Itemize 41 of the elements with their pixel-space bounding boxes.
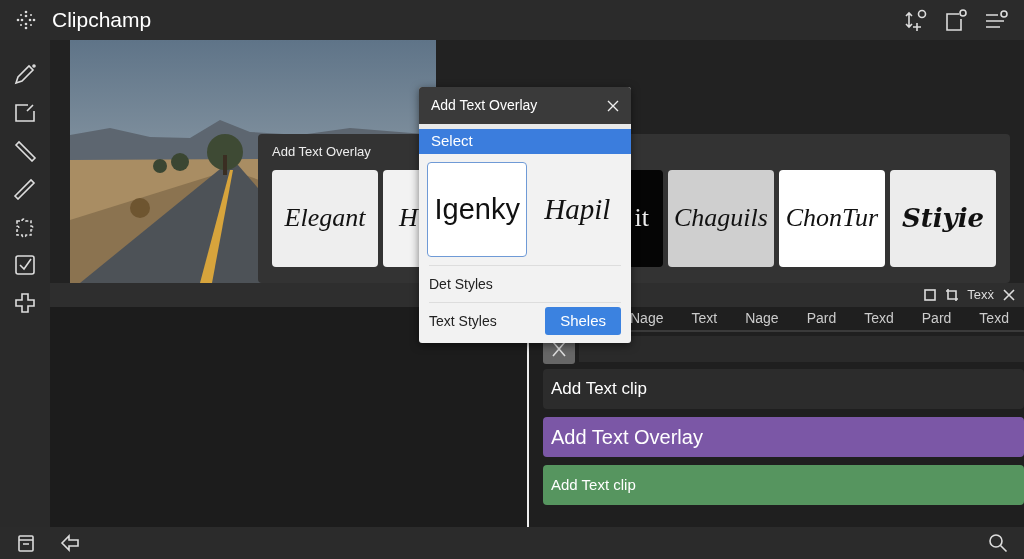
timeline-clip[interactable]: Add Text clip: [543, 465, 1024, 505]
timeline-clip[interactable]: Add Text clip: [543, 369, 1024, 409]
adjust-icon[interactable]: [904, 9, 928, 31]
panel-title: Add Text Overlay: [272, 143, 372, 161]
calendar-icon[interactable]: [16, 533, 36, 553]
menu-icon[interactable]: [984, 9, 1008, 31]
checkbox-icon[interactable]: [13, 254, 37, 276]
styles-button[interactable]: Sheles: [545, 306, 621, 336]
ruler-label: Pard: [806, 309, 837, 328]
timeline-clip[interactable]: Add Text Overlay: [543, 417, 1024, 457]
import-icon[interactable]: [13, 102, 37, 124]
ruler-label: Text: [691, 309, 718, 328]
pencil-icon[interactable]: [13, 64, 37, 86]
ruler-label: Nage: [630, 309, 664, 328]
plus-icon[interactable]: [13, 292, 37, 314]
crop-icon[interactable]: [945, 288, 960, 302]
search-icon[interactable]: [988, 533, 1008, 553]
frame-icon[interactable]: [923, 288, 938, 302]
style-card[interactable]: Chaguils: [668, 169, 774, 267]
ruler-icon[interactable]: [13, 140, 37, 162]
style-card[interactable]: Stiyie: [890, 169, 996, 267]
style-card[interactable]: Elegant: [272, 169, 378, 267]
row-label: Text Styles: [429, 311, 497, 331]
export-icon[interactable]: [944, 9, 968, 31]
close-icon[interactable]: [1002, 288, 1016, 302]
toolbar-label: Texẋ: [967, 286, 994, 305]
ruler-label: Texd: [979, 309, 1009, 328]
dialog-title: Add Text Overlay: [431, 96, 538, 115]
row-label: Det Styles: [429, 274, 493, 294]
close-icon[interactable]: [607, 99, 619, 112]
logo-icon: [16, 10, 36, 30]
font-tile[interactable]: Igenky: [427, 162, 528, 257]
ruler-label: Texd: [864, 309, 894, 328]
ruler-label: Nage: [745, 309, 779, 328]
select-tab[interactable]: Select: [419, 124, 631, 154]
style-card[interactable]: ChonTur: [779, 169, 885, 267]
ruler-label: Pard: [921, 309, 952, 328]
back-icon[interactable]: [60, 533, 80, 553]
ruler-icon[interactable]: [13, 178, 37, 200]
app-title: Clipchamp: [52, 7, 152, 34]
font-tile[interactable]: Hapil: [531, 162, 623, 257]
